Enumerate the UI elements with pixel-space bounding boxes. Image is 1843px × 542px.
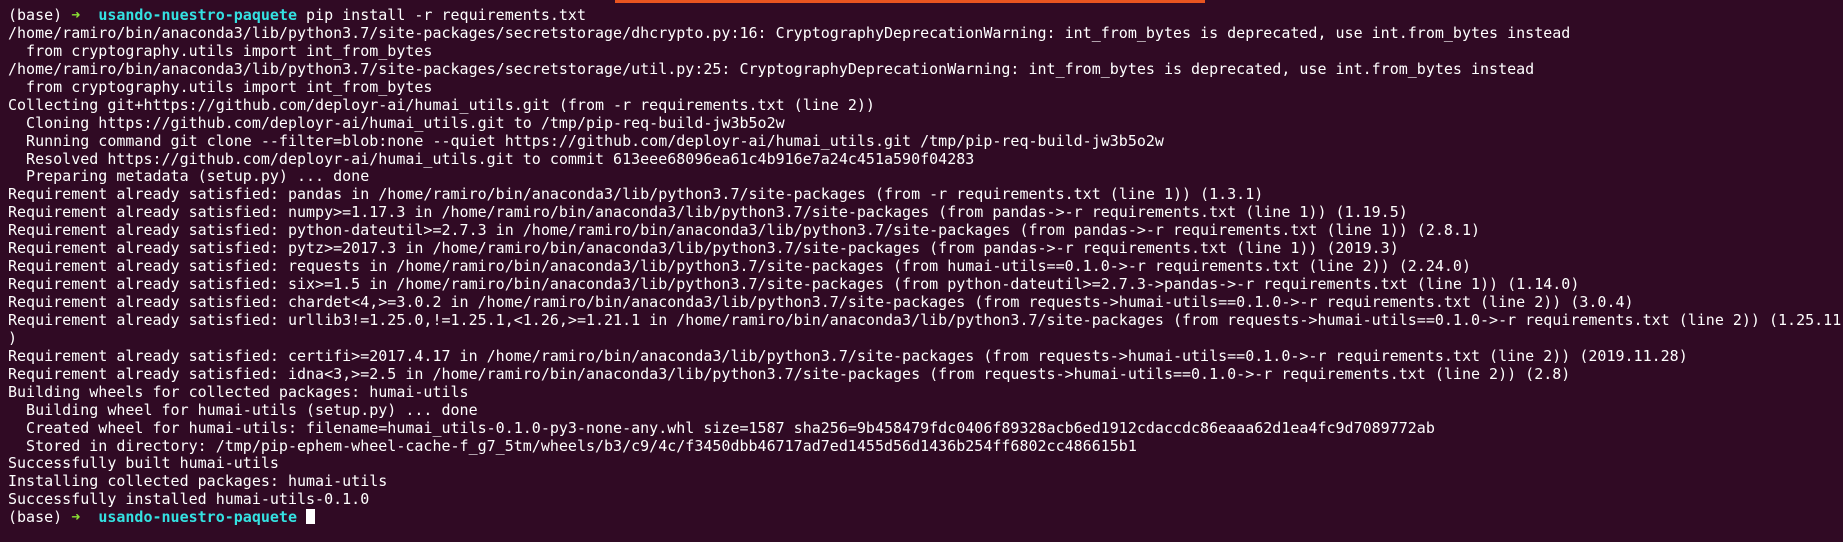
command-prompt-line: (base) ➜ usando-nuestro-paquete pip inst… bbox=[8, 6, 1843, 25]
output-line: Requirement already satisfied: python-da… bbox=[8, 221, 1481, 240]
output-line: /home/ramiro/bin/anaconda3/lib/python3.7… bbox=[8, 23, 1571, 42]
prompt-arrow-icon: ➜ bbox=[71, 508, 81, 527]
output-line: Requirement already satisfied: certifi>=… bbox=[8, 346, 1688, 365]
output-line: Successfully built humai-utils bbox=[8, 454, 279, 473]
output-line: Building wheel for humai-utils (setup.py… bbox=[8, 400, 478, 419]
output-line: Created wheel for humai-utils: filename=… bbox=[8, 418, 1435, 437]
current-directory: usando-nuestro-paquete bbox=[98, 508, 297, 527]
output-line: Preparing metadata (setup.py) ... done bbox=[8, 167, 370, 186]
active-tab-indicator bbox=[615, 0, 1205, 3]
output-line: Requirement already satisfied: numpy>=1.… bbox=[8, 203, 1408, 222]
output-line: from cryptography.utils import int_from_… bbox=[8, 41, 433, 60]
output-line: Installing collected packages: humai-uti… bbox=[8, 472, 388, 491]
entered-command: pip install -r requirements.txt bbox=[306, 6, 586, 24]
prompt-arrow-icon: ➜ bbox=[71, 6, 81, 24]
output-line: Building wheels for collected packages: … bbox=[8, 382, 469, 401]
output-line: Requirement already satisfied: six>=1.5 … bbox=[8, 275, 1580, 294]
output-line: Collecting git+https://github.com/deploy… bbox=[8, 95, 875, 114]
output-line: Cloning https://github.com/deployr-ai/hu… bbox=[8, 113, 785, 132]
output-line: Resolved https://github.com/deployr-ai/h… bbox=[8, 149, 975, 168]
conda-env-label: (base) bbox=[8, 6, 63, 24]
output-line: /home/ramiro/bin/anaconda3/lib/python3.7… bbox=[8, 59, 1535, 78]
output-line: from cryptography.utils import int_from_… bbox=[8, 77, 433, 96]
output-line: Requirement already satisfied: chardet<4… bbox=[8, 293, 1634, 311]
output-line: Requirement already satisfied: requests … bbox=[8, 257, 1471, 276]
output-line: Requirement already satisfied: pandas in… bbox=[8, 185, 1264, 204]
text-cursor[interactable] bbox=[306, 509, 316, 525]
output-line: ) bbox=[8, 328, 18, 347]
output-line: Requirement already satisfied: urllib3!=… bbox=[8, 310, 1842, 329]
output-line: Requirement already satisfied: pytz>=201… bbox=[8, 239, 1399, 258]
terminal-window[interactable]: (base) ➜ usando-nuestro-paquete pip inst… bbox=[0, 0, 1843, 542]
conda-env-label: (base) bbox=[8, 508, 63, 527]
output-line: Stored in directory: /tmp/pip-ephem-whee… bbox=[8, 436, 1137, 455]
command-output: /home/ramiro/bin/anaconda3/lib/python3.7… bbox=[8, 23, 1843, 509]
active-prompt-line[interactable]: (base) ➜ usando-nuestro-paquete bbox=[8, 508, 1843, 527]
output-line: Successfully installed humai-utils-0.1.0 bbox=[8, 490, 370, 509]
current-directory: usando-nuestro-paquete bbox=[98, 6, 297, 24]
output-line: Requirement already satisfied: idna<3,>=… bbox=[8, 364, 1571, 383]
output-line: Running command git clone --filter=blob:… bbox=[8, 131, 1164, 150]
